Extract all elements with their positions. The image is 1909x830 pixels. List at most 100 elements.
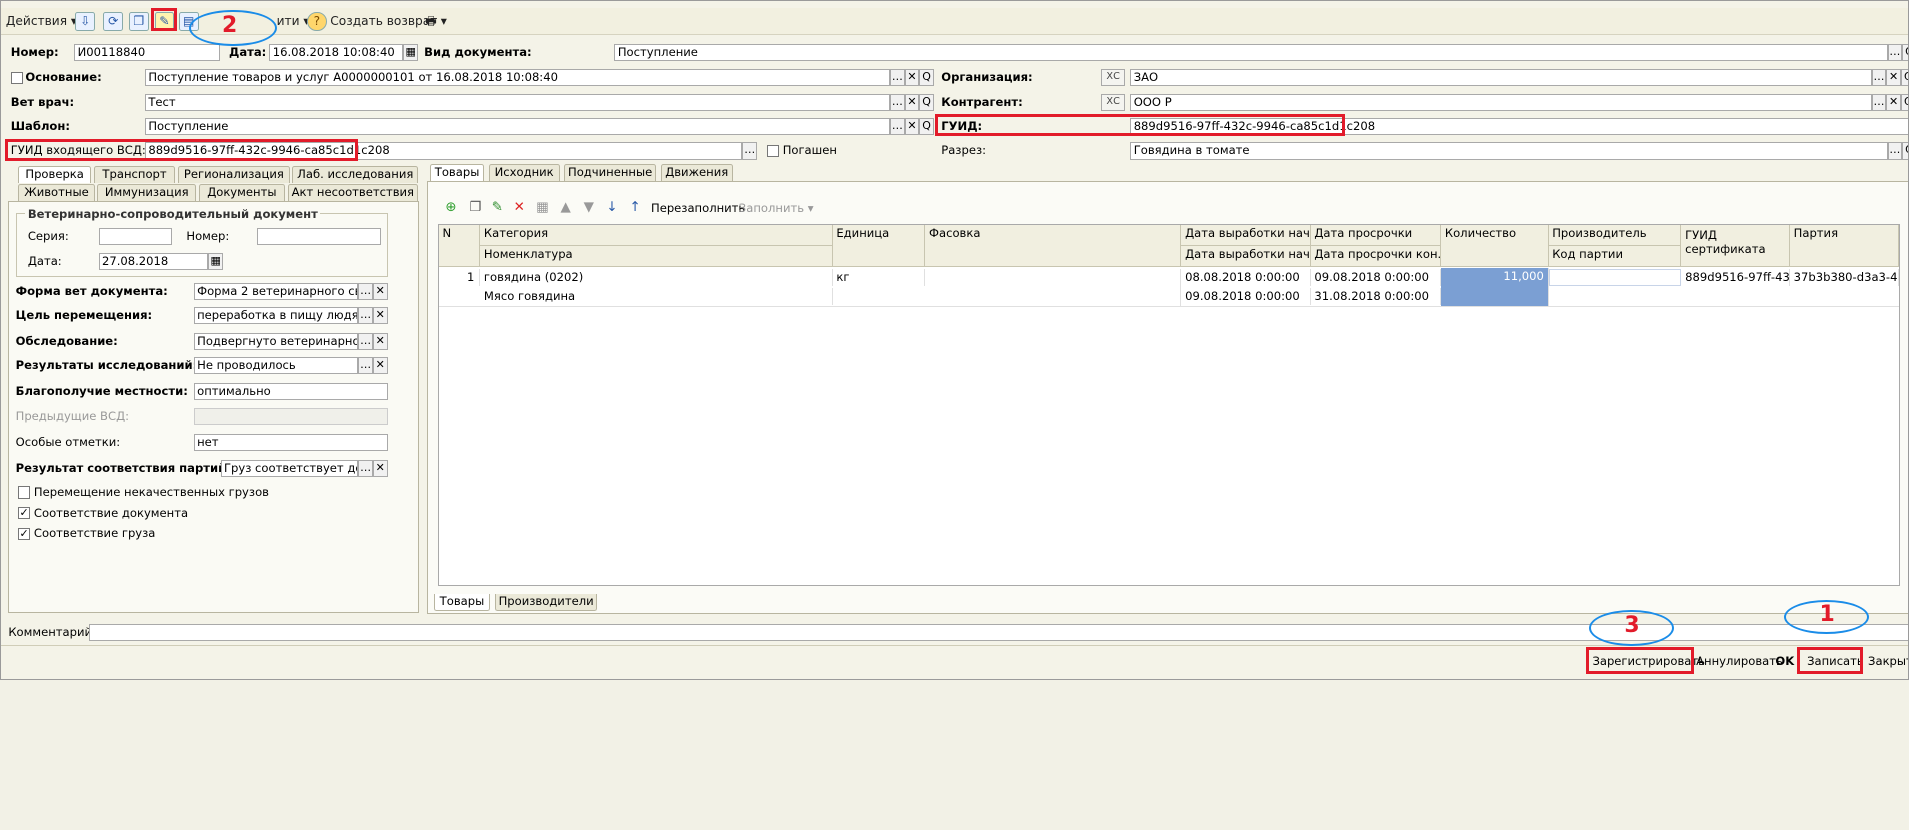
purpose-field[interactable]: переработка в пищу людям [193,307,359,325]
help-icon[interactable]: ? [307,11,327,32]
row-cert-guid-cell[interactable]: 889d9516-97ff-432... [1681,269,1790,287]
row-category-cell[interactable]: говядина (0202) [480,269,833,287]
post-icon[interactable]: ⇩ [75,11,95,32]
delete-row-icon[interactable]: ✕ [512,200,527,216]
row-packing-cell[interactable] [925,269,1182,306]
row-unit-cell[interactable]: кг [833,269,926,287]
cargo-match-checkbox[interactable]: ✓ [18,527,31,540]
vsd-number-field[interactable] [257,227,382,245]
tab-bottom-producers[interactable]: Производители [494,593,598,611]
col-packing-header[interactable]: Фасовка [925,225,1182,267]
row-nomenclature-cell[interactable]: Мясо говядина [480,287,833,305]
tab-regionalization[interactable]: Регионализация [177,165,290,183]
marks-field[interactable]: нет [193,433,388,451]
col-qty-header[interactable]: Количество [1441,225,1549,267]
template-field[interactable]: Поступление [144,118,890,136]
calendar-icon[interactable]: ▦ [403,43,419,61]
tab-check[interactable]: Проверка [18,165,92,183]
number-field[interactable]: И00118840 [74,43,221,61]
basis-open-button[interactable]: Q [919,69,934,87]
org-clear-button[interactable]: ✕ [1886,69,1901,87]
cut-field[interactable]: Говядина в томате [1130,142,1888,160]
org-select-button[interactable]: … [1871,69,1887,87]
form-field[interactable]: Форма 2 ветеринарного свидет [193,282,359,300]
match-clear-button[interactable]: ✕ [372,459,388,477]
fill-menu[interactable]: Заполнить ▾ [739,200,814,217]
doctype-select-button[interactable]: … [1887,43,1903,61]
annul-button[interactable]: Аннулировать [1696,653,1783,670]
basis-checkbox[interactable] [10,71,23,84]
col-expiry-header[interactable]: Дата просрочки [1310,225,1442,247]
actions-menu[interactable]: Действия ▾ [6,12,77,32]
purpose-clear-button[interactable]: ✕ [372,307,388,325]
col-category-header[interactable]: Категория [480,225,833,247]
vsd-date-field[interactable]: 27.08.2018 [98,253,209,271]
cut-select-button[interactable]: … [1887,142,1903,160]
poor-cargo-checkbox[interactable] [18,486,31,499]
col-cert-guid-header[interactable]: ГУИД сертификата [1681,225,1790,267]
match-field[interactable]: Груз соответствует докум [220,459,359,477]
doctype-field[interactable]: Поступление [614,43,1888,61]
basis-select-button[interactable]: … [890,69,905,87]
tab-goods[interactable]: Товары [430,164,484,182]
vet-select-button[interactable]: … [890,93,905,111]
row-expiry-cell[interactable]: 09.08.2018 0:00:00 [1311,269,1442,287]
copy-icon[interactable]: ❐ [129,11,149,32]
tab-animals[interactable]: Животные [18,183,95,201]
tab-subordinate[interactable]: Подчиненные [564,164,656,182]
template-clear-button[interactable]: ✕ [904,118,920,136]
create-return-button[interactable]: Создать возврат [330,12,437,32]
template-open-button[interactable]: Q [919,118,934,136]
template-select-button[interactable]: … [890,118,905,136]
counterparty-xc-button[interactable]: ХС [1100,93,1126,111]
date-field[interactable]: 16.08.2018 10:08:40 [269,43,404,61]
tab-nonconformity[interactable]: Акт несоответствия [287,183,419,201]
counterparty-clear-button[interactable]: ✕ [1886,93,1901,111]
sort-desc-icon[interactable]: ↑ [628,200,643,216]
move-down-icon[interactable]: ▼ [581,200,596,216]
counterparty-field[interactable]: ООО Р [1130,93,1872,111]
tab-lab[interactable]: Лаб. исследования [292,165,419,183]
incoming-guid-select-button[interactable]: … [742,142,758,160]
row-prod-start2-cell[interactable]: 09.08.2018 0:00:00 [1181,287,1311,305]
tab-bottom-goods[interactable]: Товары [433,593,491,611]
exam-select-button[interactable]: … [358,332,373,350]
vet-field[interactable]: Тест [144,93,890,111]
printer-icon[interactable]: 🖶 ▾ [425,12,447,32]
col-prod-start2-header[interactable]: Дата выработки нач. [1181,246,1311,267]
col-nomenclature-header[interactable]: Номенклатура [480,246,833,267]
col-party-code-header[interactable]: Код партии [1548,246,1682,267]
repaid-checkbox[interactable] [766,144,780,158]
col-prod-start-header[interactable]: Дата выработки нач. [1181,225,1311,247]
col-producer-header[interactable]: Производитель [1548,225,1682,247]
print-menu-fragment[interactable]: ити ▾ [277,12,310,32]
tab-source[interactable]: Исходник [488,164,560,182]
form-clear-button[interactable]: ✕ [372,282,388,300]
tab-movements[interactable]: Движения [660,164,733,182]
vet-open-button[interactable]: Q [919,93,934,111]
move-up-icon[interactable]: ▲ [558,200,573,216]
refresh-icon[interactable]: ⟳ [103,11,123,32]
vet-clear-button[interactable]: ✕ [904,93,920,111]
counterparty-select-button[interactable]: … [1871,93,1887,111]
sort-asc-icon[interactable]: ↓ [605,200,620,216]
tab-immunization[interactable]: Иммунизация [97,183,197,201]
basis-clear-button[interactable]: ✕ [904,69,920,87]
col-expiry-end-header[interactable]: Дата просрочки кон. [1310,246,1442,267]
counterparty-open-button[interactable]: Q [1900,93,1908,111]
tab-transport[interactable]: Транспорт [93,165,176,183]
series-field[interactable] [98,227,172,245]
add-row-icon[interactable]: ⊕ [444,200,459,216]
org-xc-button[interactable]: ХС [1100,69,1126,87]
vsd-calendar-icon[interactable]: ▦ [208,253,223,271]
doctype-open-button[interactable]: Q [1902,43,1908,61]
wellbeing-field[interactable]: оптимально [193,382,388,400]
refill-button[interactable]: Перезаполнить [651,200,745,217]
exam-clear-button[interactable]: ✕ [372,332,388,350]
col-unit-header[interactable]: Единица [832,225,926,267]
copy-row-icon[interactable]: ❐ [468,200,483,216]
exam-field[interactable]: Подвергнуто ветеринарно-сани [193,332,359,350]
cut-open-button[interactable]: Q [1902,142,1908,160]
tab-documents[interactable]: Документы [198,183,286,201]
row-expiry-end-cell[interactable]: 31.08.2018 0:00:00 [1311,287,1442,305]
